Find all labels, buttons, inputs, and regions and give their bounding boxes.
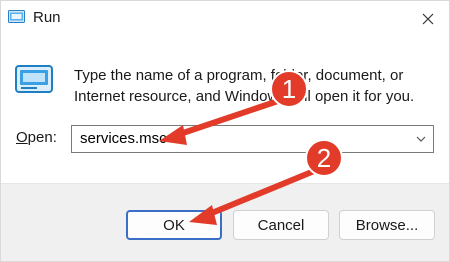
button-bar: OK Cancel Browse... [1,183,449,261]
run-description-text: Type the name of a program, folder, docu… [74,67,415,105]
ok-button[interactable]: OK [126,210,222,240]
open-label-rest: pen: [27,129,57,146]
open-label: Open: [16,129,57,146]
open-combobox[interactable]: services.msc [71,125,434,153]
close-icon [422,13,434,25]
window-title: Run [33,9,61,26]
close-button[interactable] [405,1,449,37]
run-dialog: Run Type the name of a program, folder, … [0,0,450,262]
run-app-icon [8,10,25,23]
chevron-down-icon[interactable] [415,134,427,144]
open-label-access-key: O [16,129,28,146]
cancel-button[interactable]: Cancel [233,210,329,240]
run-program-icon [15,65,53,93]
open-input[interactable]: services.msc [80,130,167,147]
browse-button[interactable]: Browse... [339,210,435,240]
title-bar: Run [1,1,449,37]
